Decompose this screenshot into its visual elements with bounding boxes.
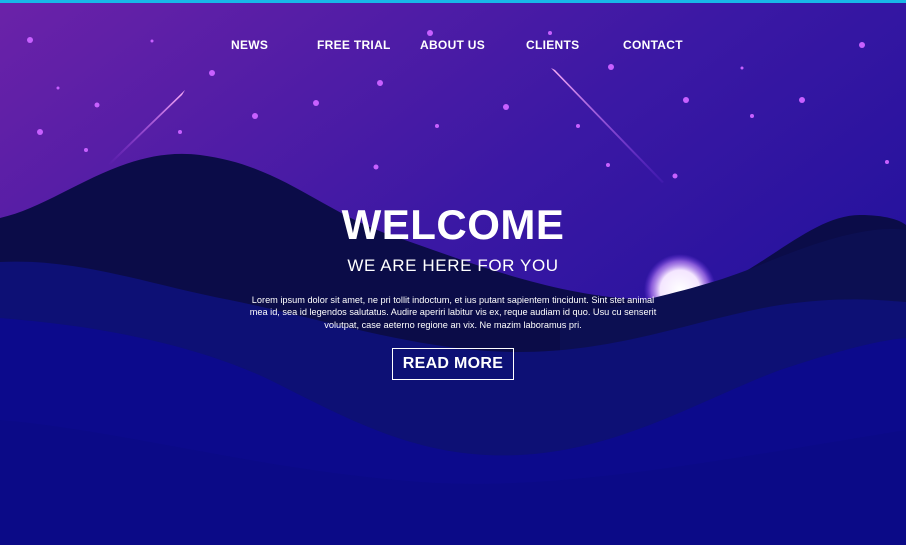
nav-link-clients[interactable]: CLIENTS [526, 38, 579, 52]
hero-section: WELCOME WE ARE HERE FOR YOU Lorem ipsum … [0, 200, 906, 380]
star-icon [84, 148, 88, 152]
star-icon [548, 31, 552, 35]
star-icon [576, 124, 580, 128]
read-more-button[interactable]: READ MORE [391, 347, 515, 380]
star-icon [683, 97, 689, 103]
hero-body-text: Lorem ipsum dolor sit amet, ne pri tolli… [249, 295, 657, 330]
star-icon [885, 160, 889, 164]
star-icon [373, 164, 379, 170]
star-icon [427, 30, 433, 36]
star-icon [94, 102, 100, 108]
star-icon [377, 80, 383, 86]
star-icon [252, 113, 258, 119]
hero-subtitle: WE ARE HERE FOR YOU [347, 256, 559, 275]
star-icon [37, 129, 43, 135]
star-icon [56, 86, 60, 90]
hero-title: WELCOME [341, 201, 565, 248]
main-navigation: NEWS FREE TRIAL ABOUT US CLIENTS CONTACT [0, 38, 906, 56]
star-icon [606, 163, 610, 167]
nav-link-about-us[interactable]: ABOUT US [420, 38, 485, 52]
star-icon [435, 124, 439, 128]
nav-link-news[interactable]: NEWS [231, 38, 268, 52]
star-icon [503, 104, 509, 110]
star-icon [178, 130, 182, 134]
star-icon [750, 114, 754, 118]
nav-link-free-trial[interactable]: FREE TRIAL [317, 38, 391, 52]
top-accent-bar [0, 0, 906, 3]
star-icon [608, 64, 614, 70]
star-icon [209, 70, 215, 76]
nav-link-contact[interactable]: CONTACT [623, 38, 683, 52]
landing-page: NEWS FREE TRIAL ABOUT US CLIENTS CONTACT… [0, 0, 906, 545]
star-icon [799, 97, 805, 103]
star-icon [313, 100, 319, 106]
star-icon [672, 173, 678, 179]
star-icon [740, 66, 744, 70]
